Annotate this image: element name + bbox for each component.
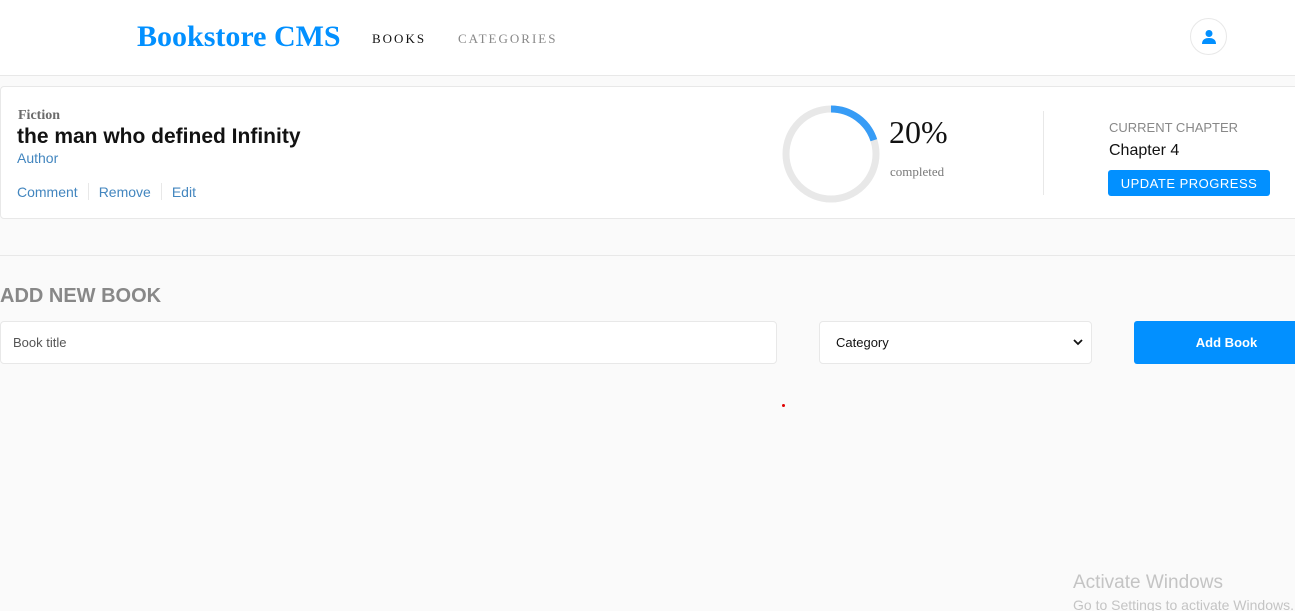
progress-ring [782, 105, 880, 203]
current-chapter-label: CURRENT CHAPTER [1109, 120, 1239, 135]
action-divider [160, 183, 162, 200]
book-actions: Comment Remove Edit [17, 183, 196, 200]
progress-percent: 20% [889, 114, 948, 150]
book-title-input[interactable] [0, 321, 777, 364]
category-select[interactable]: Category [819, 321, 1092, 364]
book-genre: Fiction [18, 108, 60, 123]
vertical-divider [1043, 111, 1044, 195]
activate-windows-title: Activate Windows [1073, 572, 1223, 593]
header: Bookstore CMS BOOKS CATEGORIES [0, 0, 1295, 76]
book-title: the man who defined Infinity [17, 125, 301, 148]
edit-button[interactable]: Edit [172, 184, 196, 200]
category-selected-value: Category [836, 334, 889, 350]
book-card: Fiction the man who defined Infinity Aut… [0, 86, 1295, 219]
book-author: Author [17, 150, 59, 166]
action-divider [87, 183, 89, 200]
user-button[interactable] [1190, 18, 1227, 55]
section-divider [0, 255, 1295, 256]
update-progress-button[interactable]: UPDATE PROGRESS [1108, 170, 1270, 196]
current-chapter-value: Chapter 4 [1109, 142, 1180, 159]
remove-button[interactable]: Remove [99, 184, 151, 200]
nav-categories[interactable]: CATEGORIES [458, 31, 557, 47]
add-book-button[interactable]: Add Book [1134, 321, 1295, 364]
user-icon [1201, 29, 1216, 44]
red-dot-marker [782, 404, 785, 407]
add-book-title: ADD NEW BOOK [0, 285, 162, 307]
chevron-down-icon [1073, 339, 1083, 346]
brand-logo[interactable]: Bookstore CMS [137, 19, 341, 55]
progress-completed-label: completed [890, 164, 945, 179]
activate-windows-subtitle: Go to Settings to activate Windows. [1073, 597, 1294, 611]
comment-button[interactable]: Comment [17, 184, 78, 200]
nav-books[interactable]: BOOKS [372, 31, 426, 47]
